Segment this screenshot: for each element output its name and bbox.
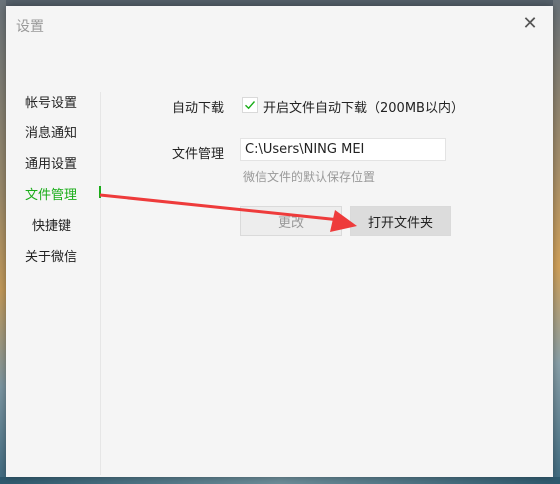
auto-download-checkbox[interactable] (242, 97, 258, 113)
active-tab-indicator (99, 186, 101, 198)
auto-download-checkbox-label[interactable]: 开启文件自动下载（200MB以内） (263, 97, 464, 116)
open-folder-button[interactable]: 打开文件夹 (350, 206, 451, 236)
auto-download-label: 自动下载 (172, 101, 225, 116)
window-title: 设置 (16, 19, 44, 35)
save-path-hint: 微信文件的默认保存位置 (243, 170, 376, 184)
checkmark-icon (245, 101, 256, 110)
sidebar-item-account[interactable]: 帐号设置 (25, 92, 77, 111)
close-button[interactable]: ✕ (513, 8, 547, 38)
sidebar-item-notifications[interactable]: 消息通知 (25, 122, 77, 141)
save-path-field[interactable] (240, 138, 446, 161)
sidebar-item-shortcuts[interactable]: 快捷键 (32, 215, 71, 234)
file-management-label: 文件管理 (172, 147, 225, 162)
desktop-edge-bottom (0, 477, 560, 484)
sidebar-item-file-management[interactable]: 文件管理 (25, 184, 77, 203)
desktop-edge-right (553, 0, 560, 484)
sidebar-item-general[interactable]: 通用设置 (25, 153, 77, 172)
settings-window: 设置 ✕ 帐号设置 消息通知 通用设置 文件管理 快捷键 关于微信 自动下载 开… (6, 6, 553, 477)
change-path-button[interactable]: 更改 (240, 206, 342, 236)
sidebar-divider (100, 92, 101, 475)
close-icon: ✕ (522, 12, 538, 34)
sidebar-item-about[interactable]: 关于微信 (25, 246, 77, 265)
